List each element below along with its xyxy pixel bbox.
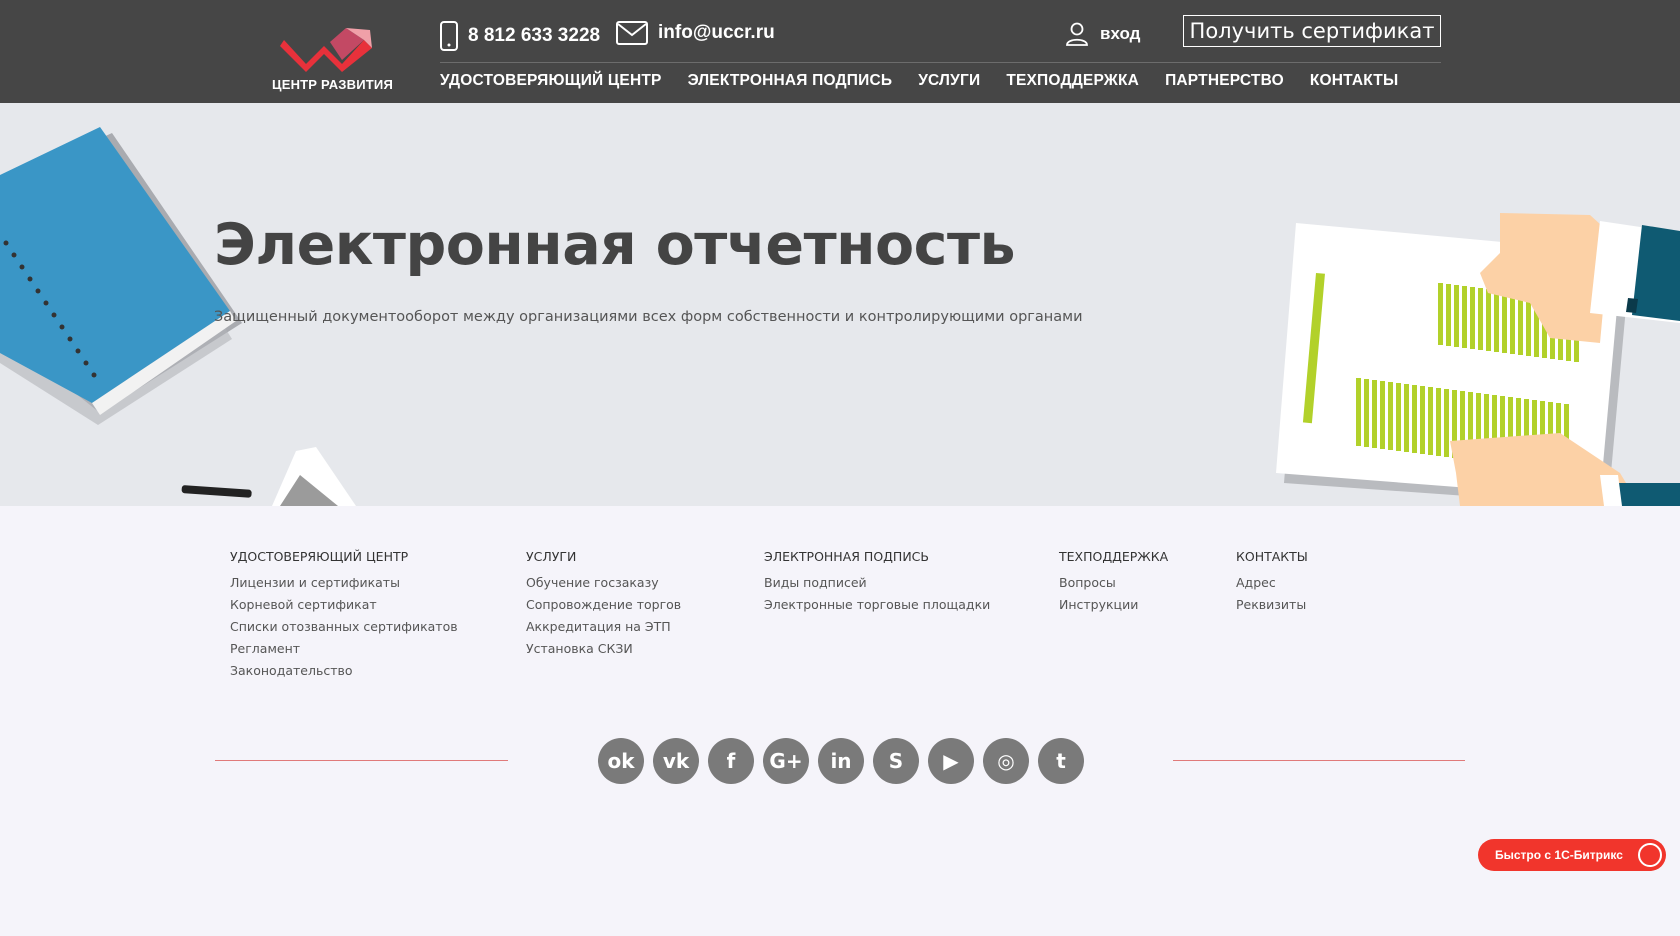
footer-link[interactable]: Лицензии и сертификаты [230,572,458,594]
nav-item-partnership[interactable]: ПАРТНЕРСТВО [1165,72,1284,90]
bitrix-badge[interactable]: Быстро с 1С-Битрикс [1478,839,1666,871]
footer-column-title[interactable]: ТЕХПОДДЕРЖКА [1059,549,1168,564]
main-nav: УДОСТОВЕРЯЮЩИЙ ЦЕНТР ЭЛЕКТРОННАЯ ПОДПИСЬ… [440,72,1424,90]
footer-link[interactable]: Инструкции [1059,594,1168,616]
email-address: info@uccr.ru [658,22,775,43]
footer-links: УДОСТОВЕРЯЮЩИЙ ЦЕНТР Лицензии и сертифик… [230,549,1430,689]
footer-column-title[interactable]: УСЛУГИ [526,549,681,564]
notebook-illustration-icon [0,127,356,506]
footer-divider-right [1173,760,1465,761]
social-links: ok vk f G+ in S ▶ ◎ t [598,738,1093,784]
bitrix-logo-icon [1638,843,1662,867]
nav-item-digital-signature[interactable]: ЭЛЕКТРОННАЯ ПОДПИСЬ [688,72,893,90]
odnoklassniki-icon[interactable]: ok [598,738,644,784]
footer-link[interactable]: Регламент [230,638,458,660]
footer-column-contacts: КОНТАКТЫ Адрес Реквизиты [1236,549,1308,616]
nav-item-services[interactable]: УСЛУГИ [918,72,980,90]
get-certificate-button[interactable]: Получить сертификат [1183,15,1441,47]
site-header: ЦЕНТР РАЗВИТИЯ 8 812 633 3228 info@uccr.… [0,0,1680,103]
footer-column-services: УСЛУГИ Обучение госзаказу Сопровождение … [526,549,681,660]
nav-item-support[interactable]: ТЕХПОДДЕРЖКА [1006,72,1139,90]
google-plus-icon[interactable]: G+ [763,738,809,784]
bitrix-badge-label: Быстро с 1С-Битрикс [1495,848,1623,862]
footer-column-digital-signature: ЭЛЕКТРОННАЯ ПОДПИСЬ Виды подписей Электр… [764,549,990,616]
hero-banner: Электронная отчетность Защищенный докуме… [0,103,1680,506]
footer-link[interactable]: Вопросы [1059,572,1168,594]
nav-item-certification-center[interactable]: УДОСТОВЕРЯЮЩИЙ ЦЕНТР [440,72,662,90]
footer-column-title[interactable]: УДОСТОВЕРЯЮЩИЙ ЦЕНТР [230,549,458,564]
footer-link[interactable]: Виды подписей [764,572,990,594]
hero-title: Электронная отчетность [214,212,1016,278]
mail-icon [616,21,648,45]
footer-column-support: ТЕХПОДДЕРЖКА Вопросы Инструкции [1059,549,1168,616]
twitter-icon[interactable]: t [1038,738,1084,784]
login-link[interactable]: вход [1066,22,1140,46]
phone-icon [440,21,458,51]
phone-contact[interactable]: 8 812 633 3228 [440,21,600,51]
user-icon [1066,22,1088,46]
vk-icon[interactable]: vk [653,738,699,784]
instagram-icon[interactable]: ◎ [983,738,1029,784]
footer-link[interactable]: Электронные торговые площадки [764,594,990,616]
logo-text: ЦЕНТР РАЗВИТИЯ [272,77,393,92]
footer-link[interactable]: Законодательство [230,660,458,682]
footer-link[interactable]: Установка СКЗИ [526,638,681,660]
footer-divider-left [215,760,508,761]
facebook-icon[interactable]: f [708,738,754,784]
footer-link[interactable]: Реквизиты [1236,594,1308,616]
footer-column-certification-center: УДОСТОВЕРЯЮЩИЙ ЦЕНТР Лицензии и сертифик… [230,549,458,682]
email-contact[interactable]: info@uccr.ru [616,21,775,45]
youtube-icon[interactable]: ▶ [928,738,974,784]
footer-column-title[interactable]: КОНТАКТЫ [1236,549,1308,564]
footer-link[interactable]: Адрес [1236,572,1308,594]
nav-item-contacts[interactable]: КОНТАКТЫ [1310,72,1399,90]
logo-mark-icon [280,28,372,72]
footer-link[interactable]: Корневой сертификат [230,594,458,616]
header-divider [440,62,1441,63]
footer-link[interactable]: Списки отозванных сертификатов [230,616,458,638]
document-hands-illustration-icon [1276,213,1680,506]
login-label: вход [1100,24,1141,43]
phone-number: 8 812 633 3228 [468,25,601,46]
footer-link[interactable]: Сопровождение торгов [526,594,681,616]
skype-icon[interactable]: S [873,738,919,784]
footer-link[interactable]: Аккредитация на ЭТП [526,616,681,638]
footer-column-title[interactable]: ЭЛЕКТРОННАЯ ПОДПИСЬ [764,549,990,564]
logo[interactable]: ЦЕНТР РАЗВИТИЯ [272,20,402,95]
linkedin-icon[interactable]: in [818,738,864,784]
footer-link[interactable]: Обучение госзаказу [526,572,681,594]
hero-subtitle: Защищенный документооборот между организ… [214,309,1083,325]
